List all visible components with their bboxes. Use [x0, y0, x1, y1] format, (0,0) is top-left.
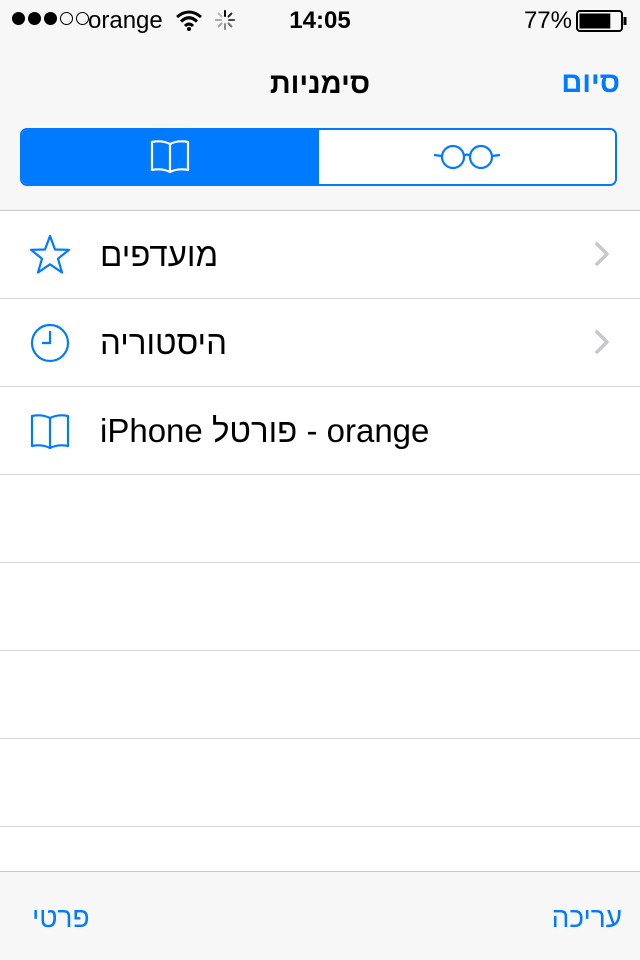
segment-reading-list[interactable] — [318, 130, 615, 184]
empty-row — [0, 563, 640, 651]
bookmarks-segmented-control — [20, 128, 617, 186]
bottom-toolbar: עריכה פרטי — [0, 871, 640, 960]
status-bar: orange 14:05 77% — [0, 0, 640, 40]
private-button[interactable]: פרטי — [32, 902, 90, 934]
list-item-bookmark[interactable]: iPhone פורטל - orange — [0, 387, 640, 475]
book-icon — [151, 140, 190, 174]
chevron-right-icon — [595, 242, 609, 266]
battery-percent: 77% — [523, 7, 572, 34]
star-icon — [29, 234, 71, 274]
list-item-label: היסטוריה — [100, 324, 228, 361]
edit-button[interactable]: עריכה — [552, 902, 622, 934]
list-item-history[interactable]: היסטוריה — [0, 299, 640, 387]
chevron-right-icon — [595, 330, 609, 354]
list-item-label: מועדפים — [100, 236, 219, 273]
page-title: סימניות — [269, 68, 371, 100]
done-button[interactable]: סיום — [561, 67, 620, 100]
header-area: orange 14:05 77% סימניות סיום — [0, 0, 640, 211]
glasses-icon — [433, 144, 500, 170]
empty-row — [0, 651, 640, 739]
segment-bookmarks[interactable] — [22, 130, 319, 184]
book-icon — [30, 414, 70, 450]
bookmarks-list: מועדפים היסטוריה iPhone פורטל - orange — [0, 211, 640, 827]
list-item-favorites[interactable]: מועדפים — [0, 211, 640, 299]
clock-icon — [30, 323, 70, 363]
empty-row — [0, 475, 640, 563]
battery-icon — [576, 10, 627, 32]
empty-row — [0, 739, 640, 827]
list-item-label: iPhone פורטל - orange — [100, 412, 430, 449]
